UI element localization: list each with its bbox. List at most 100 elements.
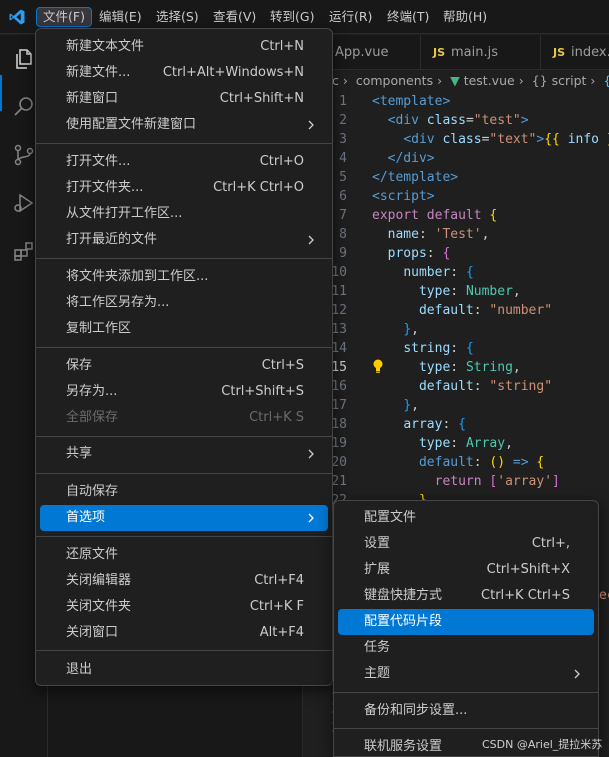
chevron-right-icon: ›: [518, 73, 524, 88]
code-line: 20 default: () => {: [331, 455, 545, 470]
menu-separator: [36, 536, 332, 537]
menu-selection[interactable]: 选择(S): [150, 7, 205, 27]
menu-view[interactable]: 查看(V): [207, 7, 262, 27]
menu-item-settings[interactable]: 设置 Ctrl+,: [338, 531, 594, 557]
preferences-submenu: 配置文件 设置 Ctrl+, 扩展 Ctrl+Shift+X 键盘快捷方式 Ctrl+…: [333, 500, 599, 757]
menu-edit[interactable]: 编辑(E): [93, 7, 148, 27]
menu-item-new-text-file[interactable]: 新建文本文件 Ctrl+N: [40, 34, 328, 60]
code-line: 1 <template>: [339, 94, 451, 109]
code-line: 4 </div>: [339, 151, 435, 166]
code-line: 19 type: Array,: [331, 436, 513, 451]
js-file-icon: JS: [433, 46, 446, 59]
menu-item-revert-file[interactable]: 还原文件: [40, 542, 328, 568]
menu-separator: [36, 347, 332, 348]
chevron-right-icon: ›: [342, 73, 348, 88]
chevron-right-icon: [308, 513, 314, 523]
menu-item-save-workspace-as[interactable]: 将工作区另存为...: [40, 290, 328, 316]
code-line: 6 <script>: [339, 189, 435, 204]
menu-item-close-editor[interactable]: 关闭编辑器 Ctrl+F4: [40, 568, 328, 594]
editor-tabs: App.vue JS main.js JS index.: [303, 35, 609, 70]
menu-item-new-file[interactable]: 新建文件... Ctrl+Alt+Windows+N: [40, 60, 328, 86]
menu-file[interactable]: 文件(F): [36, 7, 92, 27]
menu-separator: [36, 258, 332, 259]
chevron-right-icon: [308, 449, 314, 459]
menu-item-save-all: 全部保存 Ctrl+K S: [66, 410, 304, 425]
breadcrumb-item[interactable]: components: [356, 73, 433, 88]
menu-item-themes[interactable]: 主题: [338, 661, 594, 687]
menu-item-new-window[interactable]: 新建窗口 Ctrl+Shift+N: [40, 86, 328, 112]
menu-separator: [334, 692, 598, 693]
menu-item-save-as[interactable]: 另存为... Ctrl+Shift+S: [40, 379, 328, 405]
menu-item-new-window-with-profile[interactable]: 使用配置文件新建窗口: [40, 112, 328, 138]
run-debug-icon[interactable]: [12, 191, 36, 215]
chevron-right-icon: ›: [590, 73, 596, 88]
code-line: 12 default: "number": [331, 303, 553, 318]
chevron-right-icon: [574, 669, 580, 679]
menu-item-backup-sync-settings[interactable]: 备份和同步设置...: [338, 698, 594, 724]
breadcrumb-item[interactable]: test.vue: [464, 73, 515, 88]
code-line: 7 export default {: [339, 208, 498, 223]
menu-item-exit[interactable]: 退出: [40, 657, 328, 683]
code-line: 18 array: {: [331, 417, 466, 432]
menu-item-tasks[interactable]: 任务: [338, 635, 594, 661]
menu-item-profiles[interactable]: 配置文件: [338, 505, 594, 531]
search-icon[interactable]: [12, 95, 36, 119]
menu-separator: [36, 650, 332, 651]
menu-separator: [36, 143, 332, 144]
menu-separator: [36, 436, 332, 437]
code-line: 17 },: [331, 398, 419, 413]
code-line: 13 },: [331, 322, 419, 337]
menu-terminal[interactable]: 终端(T): [381, 7, 435, 27]
menu-go[interactable]: 转到(G): [264, 7, 320, 27]
tab-label: index.: [571, 45, 609, 60]
code-line: 16 default: "string": [331, 379, 553, 394]
menu-help[interactable]: 帮助(H): [437, 7, 493, 27]
menu-item-configure-snippets[interactable]: 配置代码片段: [338, 609, 594, 635]
chevron-right-icon: [308, 235, 314, 245]
tab-label: main.js: [451, 45, 499, 60]
menu-item-open-folder[interactable]: 打开文件夹... Ctrl+K Ctrl+O: [40, 175, 328, 201]
breadcrumb-item[interactable]: {e: [603, 73, 609, 88]
extensions-icon[interactable]: [12, 239, 36, 263]
tab-main-js[interactable]: JS main.js: [421, 35, 541, 70]
menu-item-open-file[interactable]: 打开文件... Ctrl+O: [40, 149, 328, 175]
menu-item-save[interactable]: 保存 Ctrl+S: [40, 353, 328, 379]
menu-item-open-recent[interactable]: 打开最近的文件: [40, 227, 328, 253]
code-line: 3 <div class="text">{{ info }}: [339, 132, 609, 147]
menu-item-duplicate-workspace[interactable]: 复制工作区: [40, 316, 328, 342]
vue-file-icon: ▼: [450, 73, 460, 88]
menu-item-add-folder-to-workspace[interactable]: 将文件夹添加到工作区...: [40, 264, 328, 290]
lightbulb-icon[interactable]: [371, 358, 385, 374]
js-file-icon: JS: [553, 46, 566, 59]
chevron-right-icon: ›: [437, 73, 443, 88]
tab-label: App.vue: [335, 45, 389, 60]
menu-item-preferences[interactable]: 首选项: [40, 505, 328, 531]
tab-index-js[interactable]: JS index.: [541, 35, 609, 70]
code-line: 11 type: Number,: [331, 284, 521, 299]
menu-item-extensions[interactable]: 扩展 Ctrl+Shift+X: [338, 557, 594, 583]
menu-item-open-workspace-from-file[interactable]: 从文件打开工作区...: [40, 201, 328, 227]
watermark: CSDN @Ariel_提拉米苏: [482, 738, 603, 751]
code-line: 21 return ['array']: [331, 474, 560, 489]
code-line: 10 number: {: [331, 265, 474, 280]
menu-run[interactable]: 运行(R): [323, 7, 378, 27]
menu-item-share[interactable]: 共享: [40, 441, 328, 467]
code-line: 2 <div class="test">: [339, 113, 529, 128]
chevron-right-icon: [308, 120, 314, 130]
breadcrumb-item[interactable]: {} script: [532, 73, 587, 88]
code-line: 8 name: 'Test',: [339, 227, 490, 242]
menu-separator: [36, 473, 332, 474]
menu-item-close-window[interactable]: 关闭窗口 Alt+F4: [40, 620, 328, 646]
menu-item-auto-save[interactable]: 自动保存: [40, 479, 328, 505]
menu-separator: [334, 728, 598, 729]
code-line: 15 type: String,: [331, 360, 521, 375]
vscode-logo-icon: [9, 9, 25, 25]
menu-item-close-folder[interactable]: 关闭文件夹 Ctrl+K F: [40, 594, 328, 620]
active-indicator: [0, 75, 2, 111]
source-control-icon[interactable]: [12, 143, 36, 167]
menu-item-keyboard-shortcuts[interactable]: 键盘快捷方式 Ctrl+K Ctrl+S: [338, 583, 594, 609]
breadcrumb-item[interactable]: c: [332, 73, 339, 88]
code-line: 9 props: {: [339, 246, 451, 261]
explorer-icon[interactable]: [12, 47, 36, 71]
file-menu: 新建文本文件 Ctrl+N 新建文件... Ctrl+Alt+Windows+N 新…: [35, 28, 333, 686]
